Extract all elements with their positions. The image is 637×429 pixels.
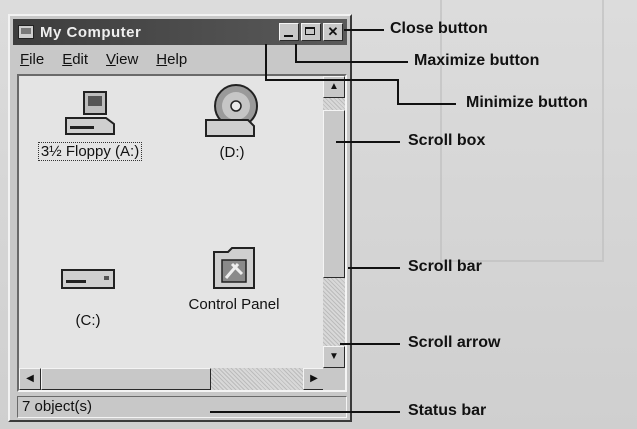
callout-scroll-bar: Scroll bar <box>408 258 482 275</box>
callout-leader-lines <box>210 29 456 413</box>
callout-scroll-arrow: Scroll arrow <box>408 334 501 351</box>
callout-close-button: Close button <box>390 20 488 37</box>
callout-status-bar: Status bar <box>408 402 487 419</box>
callout-scroll-box: Scroll box <box>408 132 486 149</box>
callout-minimize-button: Minimize button <box>466 94 588 111</box>
maximize-leader-line <box>295 44 408 63</box>
callout-maximize-button: Maximize button <box>414 52 540 69</box>
